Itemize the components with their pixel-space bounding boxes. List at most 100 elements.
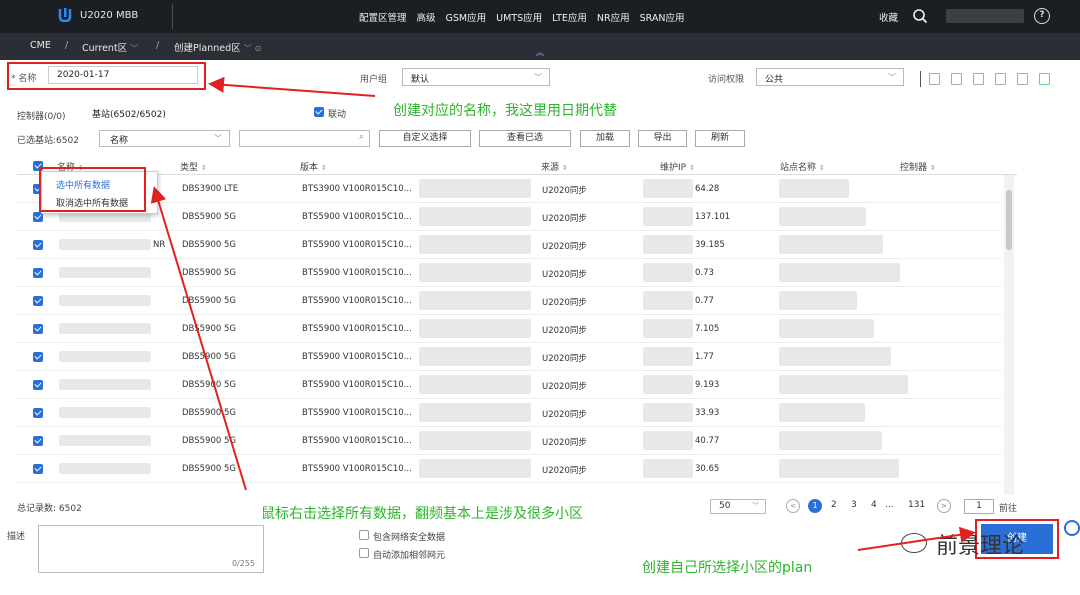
name-redacted xyxy=(59,295,151,306)
col-controller[interactable]: 控制器 ⇕ xyxy=(900,160,936,173)
table-row[interactable]: DBS5900 5G BTS5900 V100R015C10... U2020同步 4… xyxy=(17,427,1002,455)
version-redacted xyxy=(419,319,531,338)
usergroup-select[interactable]: 默认 ﹀ xyxy=(402,68,550,86)
search-icon[interactable] xyxy=(912,8,928,24)
file-icon[interactable] xyxy=(973,73,984,85)
breadcrumb-create-planned[interactable]: 创建Planned区 ﹀ ⊙ xyxy=(174,40,261,54)
menu-advanced[interactable]: 高级 xyxy=(417,10,436,24)
row-version: BTS5900 V100R015C10... xyxy=(302,324,412,334)
menu-config-area[interactable]: 配置区管理 xyxy=(359,10,407,24)
row-checkbox[interactable] xyxy=(33,464,43,474)
table-row[interactable]: DBS5900 5G BTS5900 V100R015C10... U2020同步 3… xyxy=(17,455,1002,483)
version-redacted xyxy=(419,403,531,422)
breadcrumb-sep: / xyxy=(156,40,160,51)
table-row[interactable]: DBS5900 5G BTS5900 V100R015C10... U2020同步 1… xyxy=(17,203,1002,231)
name-redacted xyxy=(59,351,151,362)
search-input[interactable]: ⌕ xyxy=(239,130,370,147)
user-account[interactable] xyxy=(946,9,1024,23)
row-ip: 33.93 xyxy=(695,408,720,418)
name-redacted xyxy=(59,379,151,390)
row-checkbox[interactable] xyxy=(33,408,43,418)
col-version[interactable]: 版本 ⇕ xyxy=(300,160,327,173)
tab-controller[interactable]: 控制器(0/0) xyxy=(17,109,66,122)
help-icon[interactable]: ? xyxy=(1034,8,1050,24)
col-site-name[interactable]: 站点名称 ⇕ xyxy=(780,160,825,173)
goto-page-input[interactable]: 1 xyxy=(964,499,994,514)
row-source: U2020同步 xyxy=(542,382,587,392)
filter-field-select[interactable]: 名称 ﹀ xyxy=(99,130,230,147)
breadcrumb-current[interactable]: Current区 ﹀ xyxy=(82,40,138,54)
ip-redacted xyxy=(643,431,693,450)
col-ip[interactable]: 维护IP ⇕ xyxy=(660,160,695,173)
table-row[interactable]: DBS5900 5G BTS5900 V100R015C10... U2020同步 0… xyxy=(17,259,1002,287)
custom-select-button[interactable]: 自定义选择 xyxy=(379,130,471,147)
filter-field-value: 名称 xyxy=(110,136,129,146)
usergroup-label: 用户组 xyxy=(360,75,388,85)
table-row[interactable]: NR DBS5900 5G BTS5900 V100R015C10... U2020同… xyxy=(17,231,1002,259)
refresh-button[interactable]: 刷新 xyxy=(695,130,745,147)
table-row[interactable]: DBS5900 5G BTS5900 V100R015C10... U2020同步 9… xyxy=(17,371,1002,399)
row-checkbox[interactable] xyxy=(33,268,43,278)
menu-nr[interactable]: NR应用 xyxy=(597,10,630,24)
col-source[interactable]: 来源 ⇕ xyxy=(541,160,568,173)
row-checkbox[interactable] xyxy=(33,324,43,334)
ip-redacted xyxy=(643,207,693,226)
page-ellipsis: ... xyxy=(885,500,894,510)
ip-redacted xyxy=(643,459,693,478)
export-button[interactable]: 导出 xyxy=(638,130,687,147)
list-view-icon[interactable] xyxy=(1039,73,1050,85)
row-type: DBS5900 5G xyxy=(182,352,236,362)
access-select[interactable]: 公共 ﹀ xyxy=(756,68,904,86)
col-type[interactable]: 类型 ⇕ xyxy=(180,160,207,173)
table-row[interactable]: DBS5900 5G BTS5900 V100R015C10... U2020同步 7… xyxy=(17,315,1002,343)
table-row[interactable]: DBS5900 5G BTS5900 V100R015C10... U2020同步 0… xyxy=(17,287,1002,315)
row-type: DBS5900 5G xyxy=(182,380,236,390)
page-size-select[interactable]: 50 ﹀ xyxy=(710,499,766,514)
row-type: DBS3900 LTE xyxy=(182,184,239,194)
load-button[interactable]: 加载 xyxy=(580,130,630,147)
menu-lte[interactable]: LTE应用 xyxy=(552,10,587,24)
row-version: BTS5900 V100R015C10... xyxy=(302,296,412,306)
app-title: U2020 MBB xyxy=(80,10,139,21)
page-3[interactable]: 3 xyxy=(851,500,857,510)
collapse-up-icon[interactable]: ︽ xyxy=(536,47,544,58)
breadcrumb-cme[interactable]: CME xyxy=(30,40,51,51)
version-redacted xyxy=(419,375,531,394)
name-redacted xyxy=(59,239,151,250)
row-ip: 39.185 xyxy=(695,240,725,250)
doc-icon[interactable] xyxy=(929,73,940,85)
row-checkbox[interactable] xyxy=(33,296,43,306)
name-highlight-box xyxy=(7,62,206,90)
page-4[interactable]: 4 xyxy=(871,500,877,510)
security-data-checkbox[interactable] xyxy=(359,530,369,540)
table-row[interactable]: DBS3900 LTE BTS3900 V100R015C10... U2020同步… xyxy=(17,175,1002,203)
row-version: BTS5900 V100R015C10... xyxy=(302,212,412,222)
row-checkbox[interactable] xyxy=(33,436,43,446)
row-checkbox[interactable] xyxy=(33,240,43,250)
menu-sran[interactable]: SRAN应用 xyxy=(640,10,685,24)
row-type: DBS5900 5G xyxy=(182,464,236,474)
row-checkbox[interactable] xyxy=(33,352,43,362)
report-icon[interactable] xyxy=(995,73,1006,85)
scrollbar-thumb[interactable] xyxy=(1006,190,1012,250)
prev-page-icon[interactable]: < xyxy=(786,499,800,513)
auto-neighbor-checkbox[interactable] xyxy=(359,548,369,558)
row-version: BTS5900 V100R015C10... xyxy=(302,408,412,418)
table-row[interactable]: DBS5900 5G BTS5900 V100R015C10... U2020同步 3… xyxy=(17,399,1002,427)
next-page-icon[interactable]: > xyxy=(937,499,951,513)
menu-umts[interactable]: UMTS应用 xyxy=(496,10,542,24)
page-last[interactable]: 131 xyxy=(908,500,925,510)
tab-basestation[interactable]: 基站(6502/6502) xyxy=(92,107,166,120)
copy-icon[interactable] xyxy=(951,73,962,85)
favorites-link[interactable]: 收藏 xyxy=(879,10,898,24)
side-assistant-icon[interactable] xyxy=(1064,520,1080,536)
page-2[interactable]: 2 xyxy=(831,500,837,510)
menu-gsm[interactable]: GSM应用 xyxy=(446,10,487,24)
page-1[interactable]: 1 xyxy=(808,499,822,513)
table-row[interactable]: DBS5900 5G BTS5900 V100R015C10... U2020同步 1… xyxy=(17,343,1002,371)
row-checkbox[interactable] xyxy=(33,380,43,390)
description-textarea[interactable]: 0/255 xyxy=(38,525,264,573)
view-selected-button[interactable]: 查看已选 xyxy=(479,130,571,147)
checklist-icon[interactable] xyxy=(1017,73,1028,85)
linked-checkbox[interactable] xyxy=(314,107,324,117)
